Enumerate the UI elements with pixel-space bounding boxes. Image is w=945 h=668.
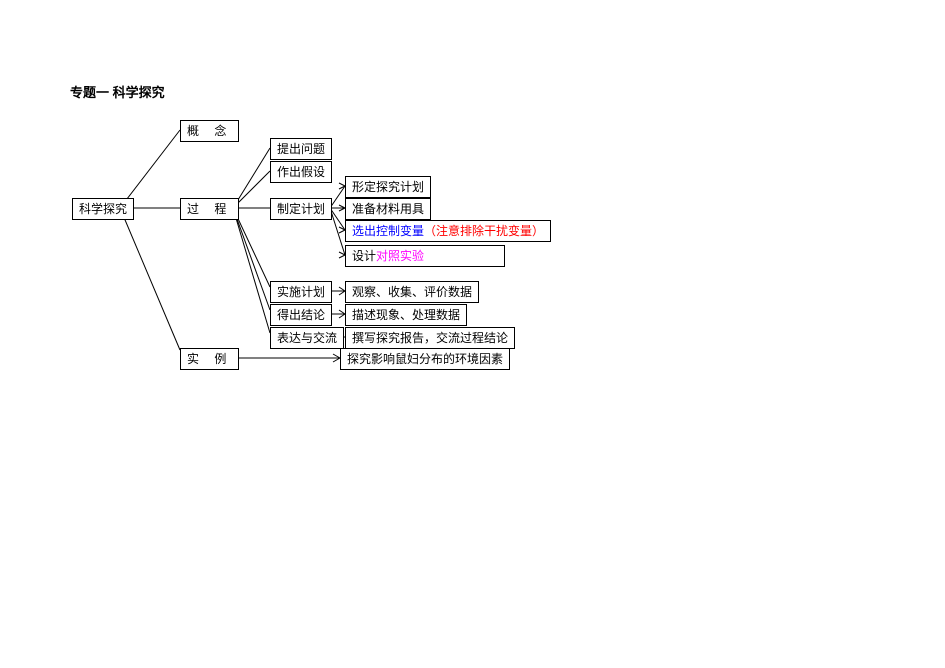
text-design-pre: 设计 xyxy=(352,249,376,263)
node-concl-detail: 描述现象、处理数据 xyxy=(345,304,467,326)
node-process: 过 程 xyxy=(180,198,239,220)
page-title: 专题一 科学探究 xyxy=(70,82,165,101)
node-plan-sub2: 准备材料用具 xyxy=(345,198,431,220)
node-express: 表达与交流 xyxy=(270,327,344,349)
node-concept: 概 念 xyxy=(180,120,239,142)
node-impl-detail: 观察、收集、评价数据 xyxy=(345,281,479,303)
node-plan-sub1: 形定探究计划 xyxy=(345,176,431,198)
node-example: 实 例 xyxy=(180,348,239,370)
node-root: 科学探究 xyxy=(72,198,134,220)
node-express-detail: 撰写探究报告，交流过程结论 xyxy=(345,327,515,349)
node-plan-sub3: 选出控制变量（注意排除干扰变量） xyxy=(345,220,551,242)
text-control-var: 选出控制变量 xyxy=(352,224,424,238)
node-question: 提出问题 xyxy=(270,138,332,160)
text-design-experiment: 对照实验 xyxy=(376,249,424,263)
node-hypothesis: 作出假设 xyxy=(270,161,332,183)
node-example-detail: 探究影响鼠妇分布的环境因素 xyxy=(340,348,510,370)
node-plan-sub4: 设计对照实验 xyxy=(345,245,505,267)
node-plan: 制定计划 xyxy=(270,198,332,220)
node-implement: 实施计划 xyxy=(270,281,332,303)
text-control-note: （注意排除干扰变量） xyxy=(424,224,544,238)
node-conclude: 得出结论 xyxy=(270,304,332,326)
